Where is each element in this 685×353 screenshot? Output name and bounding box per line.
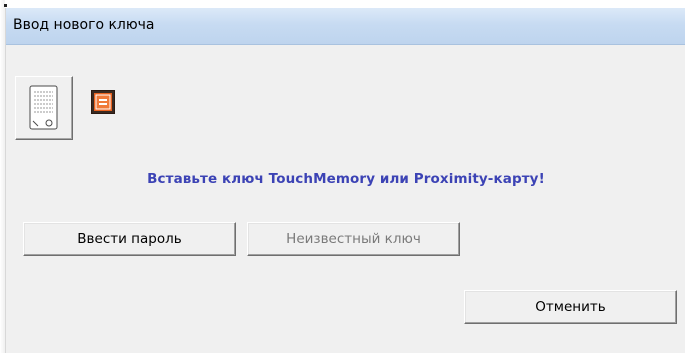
key-device-button[interactable] [15, 76, 73, 140]
dialog-titlebar[interactable]: Ввод нового ключа [6, 8, 685, 45]
dialog-title: Ввод нового ключа [13, 17, 155, 33]
corner-mark [4, 4, 7, 7]
cancel-button[interactable]: Отменить [464, 290, 677, 324]
insert-key-prompt: Вставьте ключ TouchMemory или Proximity-… [147, 171, 545, 187]
unknown-key-button[interactable]: Неизвестный ключ [247, 222, 460, 256]
touch-memory-device-icon [29, 85, 58, 130]
orange-reader-icon [91, 90, 115, 114]
screen: Ввод нового ключа Вставьте ключ TouchMem… [0, 0, 685, 353]
new-key-dialog: Ввод нового ключа Вставьте ключ TouchMem… [5, 8, 685, 353]
enter-password-button[interactable]: Ввести пароль [23, 222, 236, 256]
